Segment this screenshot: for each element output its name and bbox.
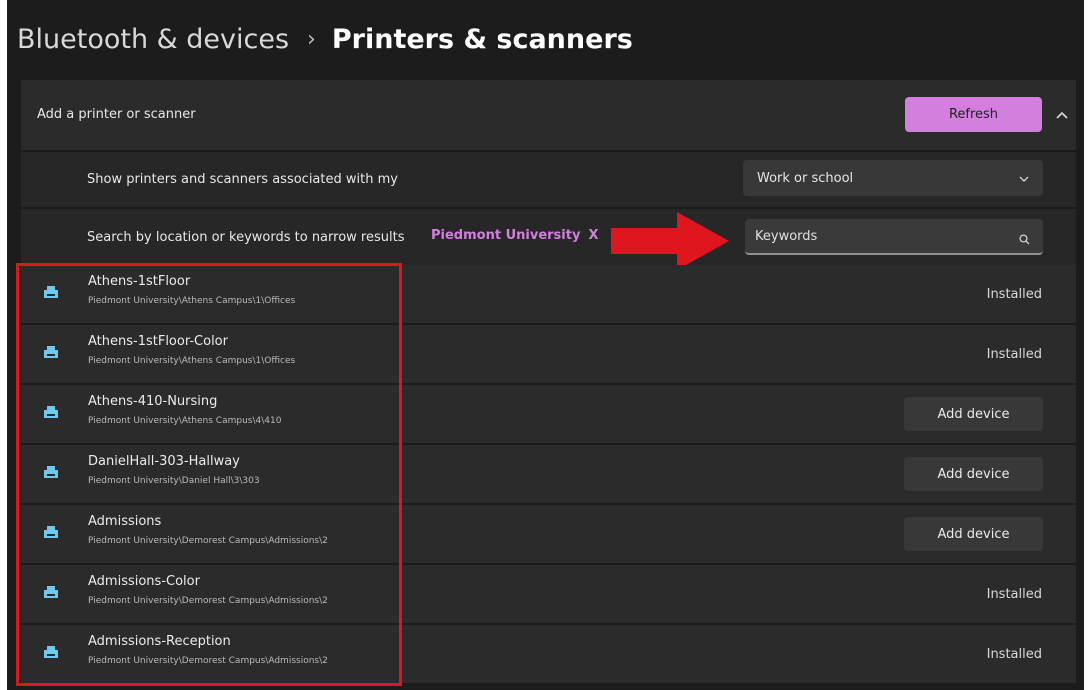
- add-printer-label: Add a printer or scanner: [37, 107, 196, 122]
- printer-icon: [43, 465, 59, 484]
- printer-location: Piedmont University\Demorest Campus\Admi…: [88, 656, 328, 666]
- breadcrumb-separator-icon: ›: [307, 26, 316, 52]
- printer-status: Installed: [986, 587, 1042, 602]
- printer-icon: [43, 345, 59, 364]
- printer-location: Piedmont University\Athens Campus\1\Offi…: [88, 296, 296, 306]
- printer-row[interactable]: DanielHall-303-Hallway Piedmont Universi…: [21, 445, 1076, 503]
- printer-row[interactable]: Admissions-Reception Piedmont University…: [21, 625, 1076, 683]
- printer-icon: [43, 525, 59, 544]
- printer-row[interactable]: Admissions-Color Piedmont University\Dem…: [21, 565, 1076, 623]
- add-device-button[interactable]: Add device: [904, 457, 1043, 491]
- association-row: Show printers and scanners associated wi…: [21, 152, 1076, 207]
- printer-name: Admissions-Reception: [88, 634, 231, 649]
- printer-status: Installed: [986, 347, 1042, 362]
- settings-window: Bluetooth & devices › Printers & scanner…: [7, 0, 1084, 690]
- printer-location: Piedmont University\Demorest Campus\Admi…: [88, 536, 328, 546]
- search-label: Search by location or keywords to narrow…: [87, 230, 405, 245]
- annotation-arrow-icon: [611, 212, 729, 270]
- printer-name: Admissions-Color: [88, 574, 200, 589]
- printer-name: Admissions: [88, 514, 162, 529]
- printer-name: Athens-410-Nursing: [88, 394, 218, 409]
- printer-icon: [43, 285, 59, 304]
- add-device-button[interactable]: Add device: [904, 517, 1043, 551]
- printer-location: Piedmont University\Athens Campus\1\Offi…: [88, 356, 296, 366]
- printer-icon: [43, 585, 59, 604]
- printer-location: Piedmont University\Daniel Hall\3\303: [88, 476, 260, 486]
- printer-status: Installed: [986, 647, 1042, 662]
- refresh-button[interactable]: Refresh: [905, 97, 1042, 132]
- printer-location: Piedmont University\Athens Campus\4\410: [88, 416, 282, 426]
- printer-row[interactable]: Athens-1stFloor Piedmont University\Athe…: [21, 265, 1076, 323]
- printer-name: Athens-1stFloor-Color: [88, 334, 228, 349]
- association-label: Show printers and scanners associated wi…: [87, 172, 398, 187]
- breadcrumb-parent[interactable]: Bluetooth & devices: [17, 24, 289, 55]
- search-row: Search by location or keywords to narrow…: [21, 209, 1076, 265]
- filter-chip-label: Piedmont University: [431, 228, 581, 243]
- printer-location: Piedmont University\Demorest Campus\Admi…: [88, 596, 328, 606]
- printer-row[interactable]: Athens-410-Nursing Piedmont University\A…: [21, 385, 1076, 443]
- printer-icon: [43, 405, 59, 424]
- chevron-down-icon: [1019, 171, 1029, 186]
- printer-name: DanielHall-303-Hallway: [88, 454, 240, 469]
- association-dropdown[interactable]: Work or school: [743, 160, 1043, 196]
- breadcrumb: Bluetooth & devices › Printers & scanner…: [7, 0, 1084, 78]
- chevron-up-icon[interactable]: [1051, 97, 1073, 132]
- filter-chip[interactable]: Piedmont University X: [431, 228, 598, 243]
- add-printer-card: Add a printer or scanner Refresh: [21, 80, 1076, 150]
- printer-status: Installed: [986, 287, 1042, 302]
- remove-filter-icon[interactable]: X: [588, 228, 598, 243]
- printer-name: Athens-1stFloor: [88, 274, 191, 289]
- association-selected: Work or school: [757, 170, 854, 186]
- search-icon: [1019, 230, 1030, 249]
- printer-row[interactable]: Admissions Piedmont University\Demorest …: [21, 505, 1076, 563]
- page-title: Printers & scanners: [331, 23, 633, 55]
- keywords-search-input[interactable]: [745, 219, 1043, 255]
- printer-icon: [43, 645, 59, 664]
- printer-row[interactable]: Athens-1stFloor-Color Piedmont Universit…: [21, 325, 1076, 383]
- add-device-button[interactable]: Add device: [904, 397, 1043, 431]
